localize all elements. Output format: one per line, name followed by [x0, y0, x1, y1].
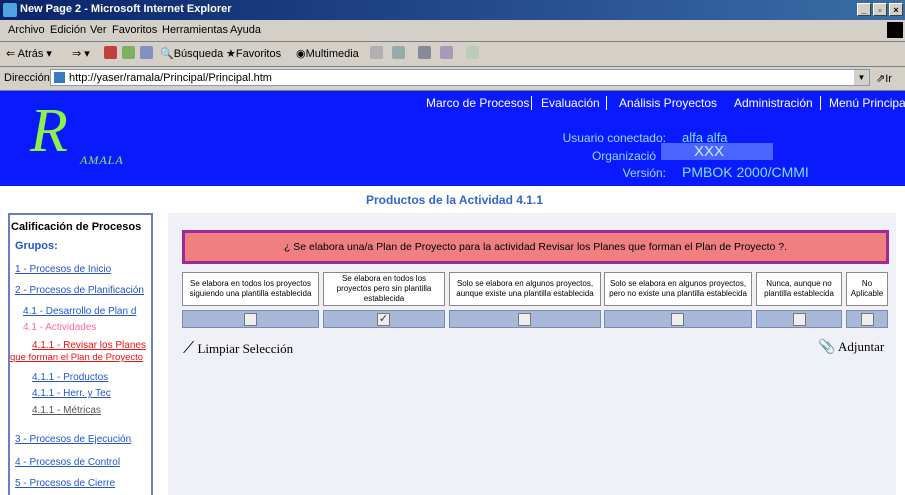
option-checkbox-2[interactable]: ✓	[377, 313, 390, 326]
home-icon[interactable]	[140, 46, 153, 59]
page-icon	[54, 72, 65, 83]
organization-label: Organizació	[591, 149, 656, 163]
option-cell-6	[846, 310, 888, 328]
print-icon[interactable]	[418, 46, 431, 59]
sidebar-item-desarrollo-plan[interactable]: 4.1 - Desarrollo de Plan d	[23, 306, 136, 317]
option-header-4: Solo se elabora en algunos proyectos, pe…	[604, 272, 752, 306]
menu-herramientas[interactable]: Herramientas	[162, 24, 228, 36]
forward-button[interactable]: ⇒ ▾	[72, 47, 90, 60]
eraser-icon: ⟋	[183, 340, 195, 357]
menu-archivo[interactable]: Archivo	[8, 24, 45, 36]
option-header-6: No Aplicable	[846, 272, 888, 306]
sidebar-item-inicio[interactable]: 1 - Procesos de Inicio	[15, 264, 111, 275]
address-dropdown-icon[interactable]: ▼	[854, 70, 869, 85]
nav-divider	[531, 96, 532, 110]
menu-ayuda[interactable]: Ayuda	[230, 24, 261, 36]
close-button[interactable]: ×	[889, 3, 903, 16]
ramala-logo-text: AMALA	[80, 153, 124, 167]
search-button[interactable]: 🔍Búsqueda	[160, 47, 223, 60]
option-checkbox-5[interactable]	[793, 313, 806, 326]
menu-favoritos[interactable]: Favoritos	[112, 24, 157, 36]
history-icon[interactable]	[370, 46, 383, 59]
option-checkbox-4[interactable]	[671, 313, 684, 326]
nav-divider	[820, 96, 821, 110]
option-cell-5	[756, 310, 842, 328]
organization-value-box: XXX	[661, 143, 773, 160]
nav-administracion[interactable]: Administración	[734, 96, 813, 110]
ramala-logo-initial: R	[30, 97, 68, 165]
version-value: PMBOK 2000/CMMI	[682, 164, 809, 180]
address-url: http://yaser/ramala/Principal/Principal.…	[69, 72, 272, 84]
nav-menu-principal[interactable]: Menú Principal	[829, 96, 905, 110]
sidebar-groups-label: Grupos:	[15, 240, 58, 252]
version-label: Versión:	[622, 166, 666, 180]
nav-analisis-proyectos[interactable]: Análisis Proyectos	[619, 96, 717, 110]
option-checkbox-6[interactable]	[861, 313, 874, 326]
favorites-button[interactable]: ★Favoritos	[226, 47, 281, 60]
clear-selection-button[interactable]: ⟋ Limpiar Selección	[183, 340, 293, 358]
option-header-2: Se elabora en todos los proyectos pero s…	[323, 272, 445, 306]
option-checkbox-3[interactable]	[518, 313, 531, 326]
page-title: Productos de la Actividad 4.1.1	[366, 193, 543, 207]
stop-icon[interactable]	[104, 46, 117, 59]
sidebar-item-planificacion[interactable]: 2 - Procesos de Planificación	[15, 285, 144, 296]
maximize-button[interactable]: ▫	[873, 3, 887, 16]
menu-ver[interactable]: Ver	[90, 24, 107, 36]
option-checkbox-1[interactable]	[244, 313, 257, 326]
option-cell-4	[604, 310, 752, 328]
sidebar-item-revisar-planes[interactable]: 4.1.1 - Revisar los Planes	[32, 340, 146, 351]
option-cell-2: ✓	[323, 310, 445, 328]
option-header-1: Se elabora en todos los proyectos siguie…	[182, 272, 319, 306]
edit-icon[interactable]	[440, 46, 453, 59]
nav-divider	[606, 96, 607, 110]
windows-logo-icon	[887, 22, 903, 38]
ie-logo-icon	[3, 3, 17, 17]
window-title-bar: New Page 2 - Microsoft Internet Explorer…	[0, 0, 905, 20]
clear-selection-label: Limpiar Selección	[197, 341, 294, 356]
sidebar-item-herramientas[interactable]: 4.1.1 - Herr. y Tec	[32, 388, 111, 399]
back-button[interactable]: ⇐ Atrás ▾	[6, 47, 52, 60]
sidebar-item-control[interactable]: 4 - Procesos de Control	[15, 457, 120, 468]
sidebar-item-productos[interactable]: 4.1.1 - Productos	[32, 372, 108, 383]
multimedia-button[interactable]: ◉Multimedia	[296, 47, 359, 60]
mail-icon[interactable]	[392, 46, 405, 59]
option-cell-1	[182, 310, 319, 328]
organization-value: XXX	[694, 143, 725, 160]
window-title: New Page 2 - Microsoft Internet Explorer	[20, 3, 232, 15]
go-button[interactable]: ⇗Ir	[876, 72, 892, 85]
paperclip-icon: 📎	[818, 340, 836, 355]
menu-edicion[interactable]: Edición	[50, 24, 86, 36]
sidebar-heading: Calificación de Procesos	[11, 221, 142, 233]
nav-evaluacion[interactable]: Evaluación	[541, 96, 600, 110]
sidebar-item-metricas[interactable]: 4.1.1 - Métricas	[32, 405, 101, 416]
menu-bar: Archivo Edición Ver Favoritos Herramient…	[0, 20, 905, 42]
option-header-3: Solo se elabora en algunos proyectos, au…	[449, 272, 601, 306]
option-header-5: Nunca, aunque no plantilla establecida	[756, 272, 842, 306]
sidebar: Calificación de Procesos Grupos: 1 - Pro…	[8, 213, 153, 495]
sidebar-item-revisar-planes-cont[interactable]: que forman el Plan de Proyecto	[10, 352, 143, 363]
sidebar-item-actividades[interactable]: 4.1 - Actividades	[23, 322, 96, 333]
address-label: Dirección	[4, 72, 50, 84]
sidebar-item-ejecucion[interactable]: 3 - Procesos de Ejecución	[15, 434, 131, 445]
user-label: Usuario conectado:	[562, 131, 666, 145]
site-header: Marco de Procesos Evaluación Análisis Pr…	[0, 91, 905, 186]
toolbar: ⇐ Atrás ▾ ⇒ ▾ 🔍Búsqueda ★Favoritos ◉Mult…	[0, 42, 905, 67]
minimize-button[interactable]: _	[857, 3, 871, 16]
refresh-icon[interactable]	[122, 46, 135, 59]
question-banner: ¿ Se elabora una/a Plan de Proyecto para…	[182, 230, 889, 264]
address-input[interactable]: http://yaser/ramala/Principal/Principal.…	[50, 69, 870, 86]
nav-marco-procesos[interactable]: Marco de Procesos	[426, 96, 529, 110]
address-bar: Dirección http://yaser/ramala/Principal/…	[0, 67, 905, 91]
discuss-icon[interactable]	[466, 46, 479, 59]
sidebar-item-cierre[interactable]: 5 - Procesos de Cierre	[15, 478, 115, 489]
option-cell-3	[449, 310, 601, 328]
attach-button[interactable]: 📎 Adjuntar	[818, 339, 884, 356]
attach-label: Adjuntar	[837, 339, 885, 354]
